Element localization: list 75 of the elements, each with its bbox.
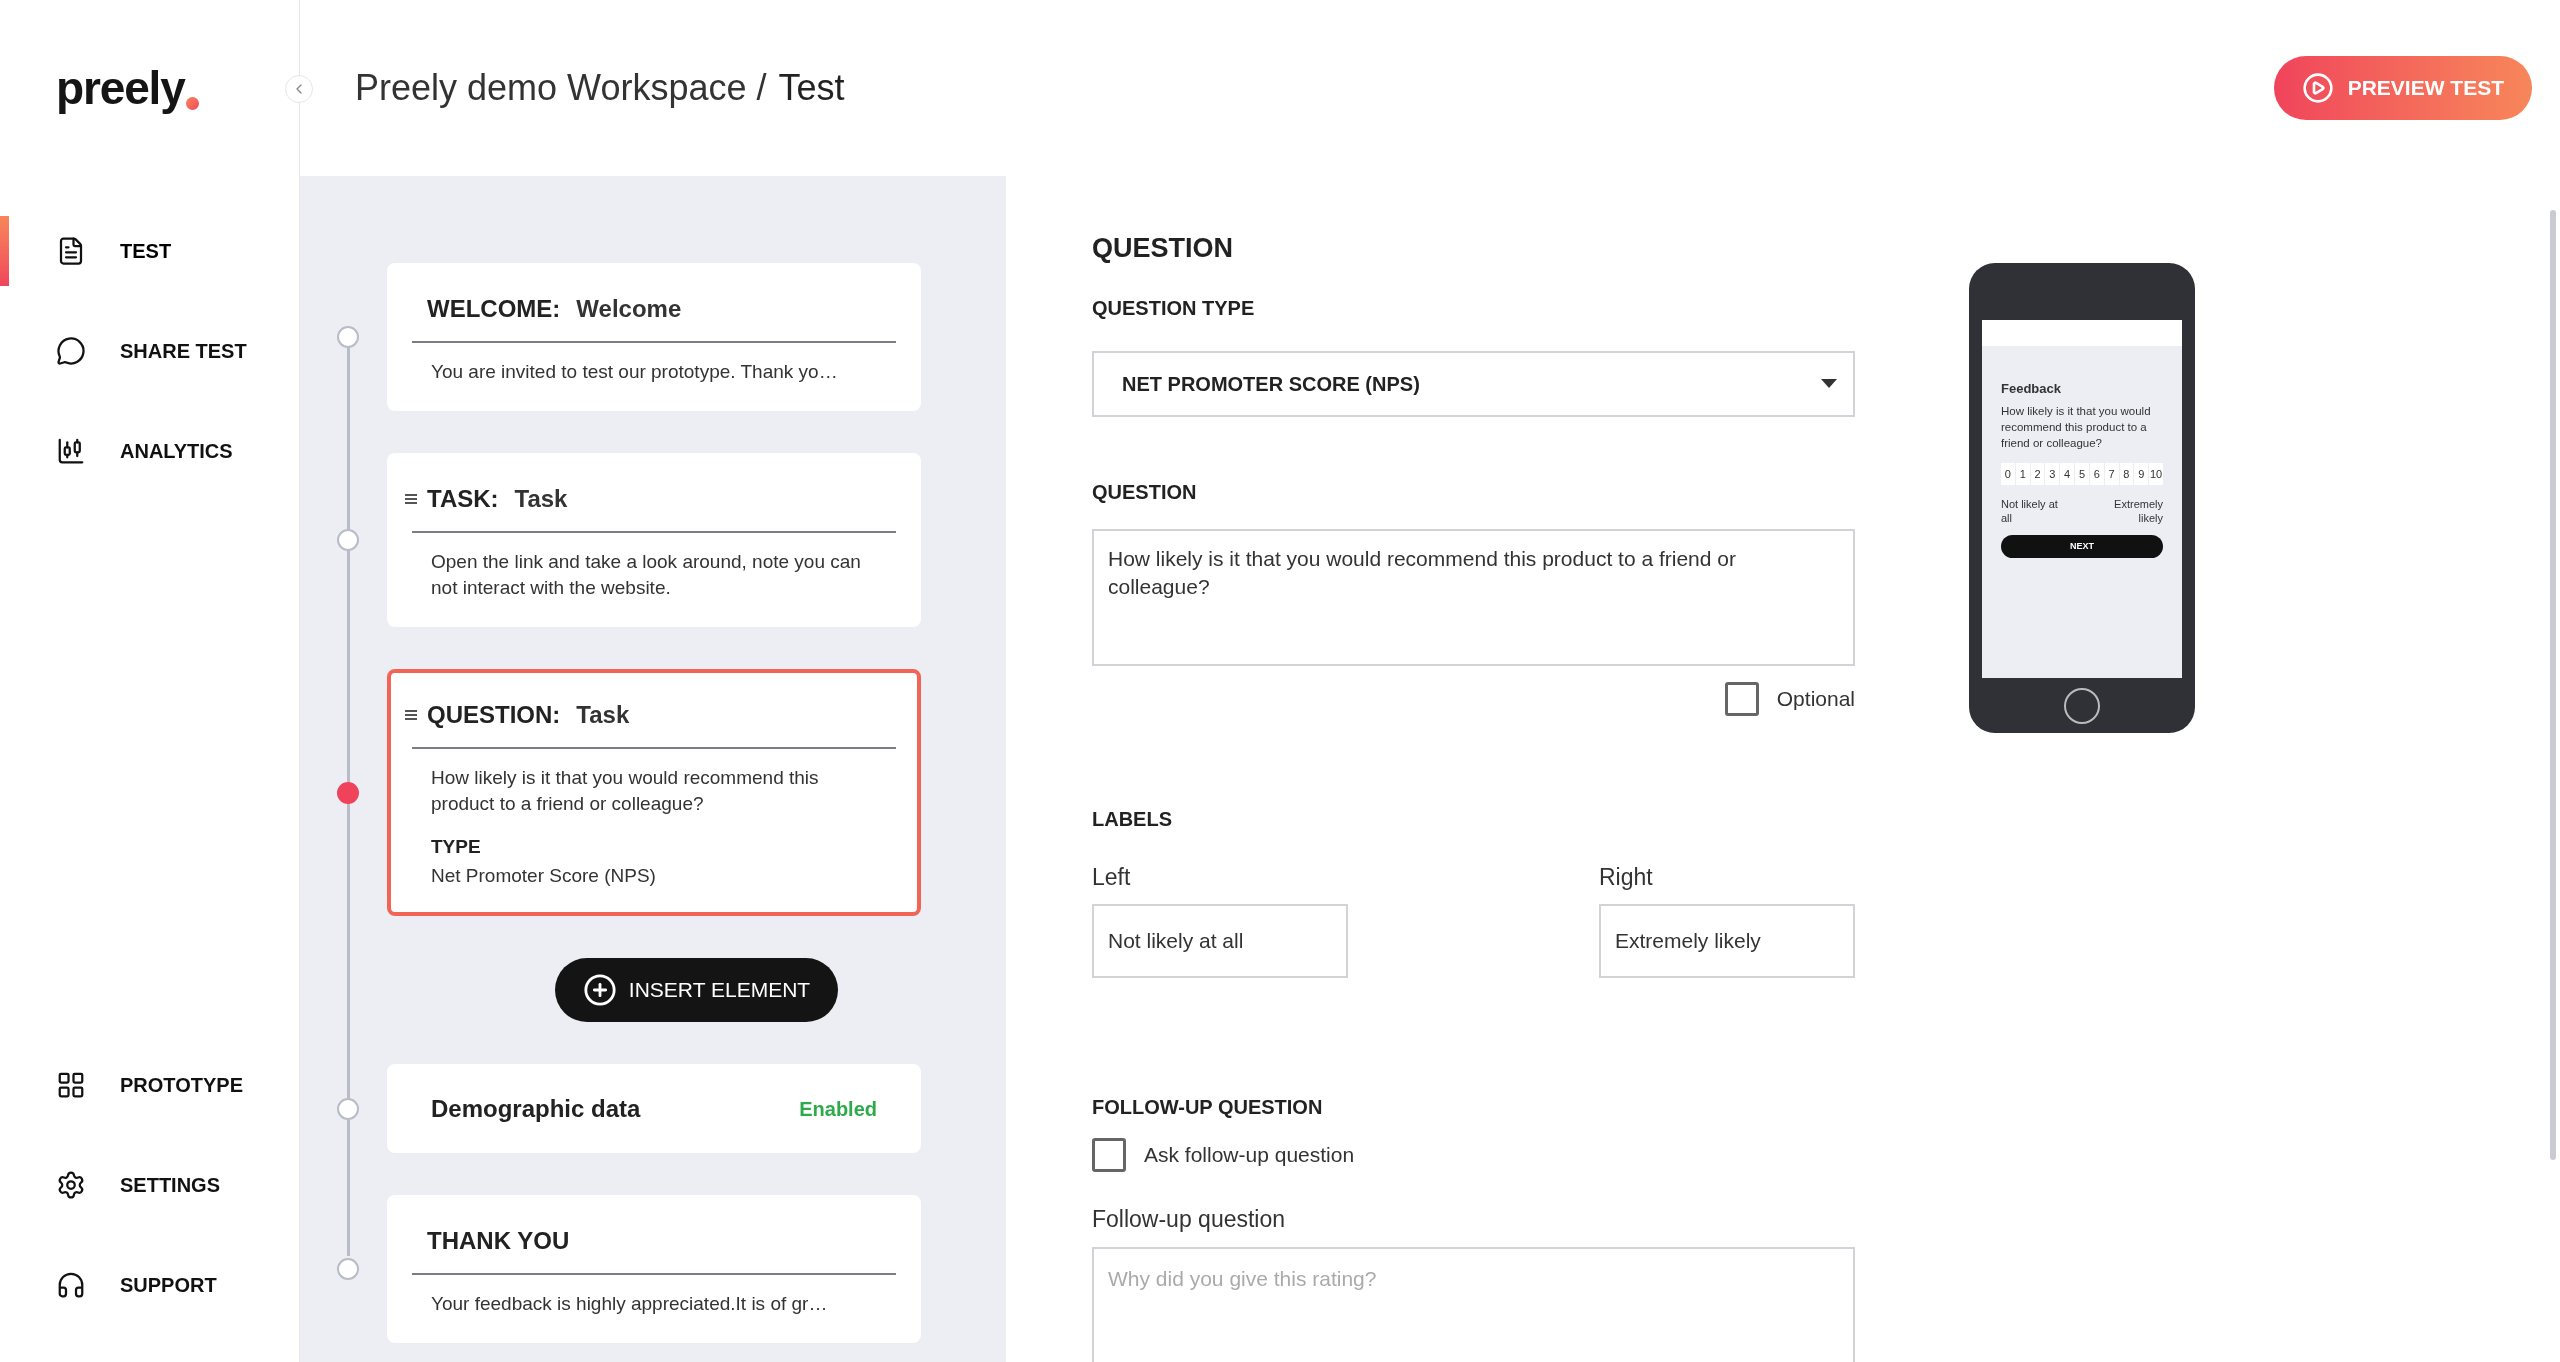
element-title: Task — [514, 484, 568, 514]
logo[interactable]: preely — [56, 53, 185, 123]
element-type: WELCOME: — [427, 294, 561, 324]
element-card[interactable]: WELCOME: Welcome You are invited to test our prototype. Thank yo… — [387, 263, 921, 411]
drag-handle-icon[interactable] — [405, 710, 417, 720]
element-card[interactable]: THANK YOU Your feedback is highly appreciated.It is of gr… — [387, 1195, 921, 1343]
breadcrumb-test: Test — [778, 66, 845, 110]
scale-option[interactable]: 0 — [2001, 462, 2015, 485]
scale-option[interactable]: 3 — [2045, 462, 2060, 485]
nav-icon[interactable] — [56, 1270, 86, 1300]
label-field[interactable]: Not likely at all — [1092, 904, 1348, 978]
nav-icon[interactable] — [56, 1070, 86, 1100]
element-description: How likely is it that you would recommend this product to a friend or colleague? — [430, 766, 820, 816]
breadcrumb-workspace[interactable]: Preely demo Workspace / — [355, 61, 767, 115]
scrollbar[interactable] — [2550, 210, 2556, 1160]
element-title: Welcome — [576, 294, 682, 324]
scale-left-label: Not likely at all — [2001, 497, 2059, 525]
scale-option[interactable]: 4 — [2060, 462, 2075, 485]
demographic-card[interactable]: Demographic data Enabled — [387, 1064, 921, 1153]
drag-handle-icon[interactable] — [405, 494, 417, 504]
scale-right-label: Extremely likely — [2113, 497, 2163, 525]
preview-question: How likely is it that you would recommend this product to a friend or colleague? — [2001, 403, 2152, 451]
preview-title: Feedback — [2001, 380, 2062, 398]
scale-option[interactable]: 9 — [2134, 462, 2149, 485]
scale-option[interactable]: 1 — [2015, 462, 2030, 485]
section-label: LABELS — [1092, 806, 1173, 832]
dropdown-caret-icon — [1821, 379, 1837, 388]
plus-icon — [582, 973, 617, 1007]
element-type: THANK YOU — [427, 1226, 570, 1256]
next-button[interactable]: NEXT — [2001, 535, 2163, 558]
nav-link[interactable]: SHARE TEST — [120, 336, 247, 366]
play-icon — [2301, 72, 2334, 104]
element-description: Your feedback is highly appreciated.It is of gr… — [430, 1292, 829, 1316]
section-label: FOLLOW-UP QUESTION — [1092, 1095, 1324, 1120]
nav-link[interactable]: SUPPORT — [120, 1270, 217, 1300]
detail-value: Net Promoter Score (NPS) — [431, 863, 657, 888]
element-card[interactable]: TASK: Task Open the link and take a look around, note you can not interact with the website. — [387, 453, 921, 627]
nav-link[interactable]: SETTINGS — [120, 1170, 220, 1200]
element-description: Open the link and take a look around, note you can not interact with the website. — [430, 550, 862, 600]
scale-option[interactable]: 5 — [2075, 462, 2089, 485]
element-title: Demographic data — [431, 1093, 641, 1124]
status-label: Enabled — [799, 1096, 877, 1122]
active-indicator — [0, 216, 9, 286]
label-field[interactable]: Extremely likely — [1599, 904, 1855, 978]
element-type: TASK: — [427, 484, 499, 514]
field-label: QUESTION — [1092, 479, 1198, 505]
element-title: Task — [576, 700, 630, 730]
scale-option[interactable]: 10 — [2149, 462, 2163, 485]
scale-option[interactable]: 7 — [2104, 462, 2119, 485]
checkbox-label: Ask follow-up question — [1144, 1142, 1355, 1169]
follow-up-field[interactable]: Why did you give this rating? — [1092, 1246, 1855, 1362]
element-description: You are invited to test our prototype. Thank yo… — [430, 360, 839, 384]
scale-option[interactable]: 2 — [2030, 462, 2045, 485]
nav-icon[interactable] — [56, 436, 86, 466]
question-type-select[interactable]: NET PROMOTER SCORE (NPS) — [1092, 350, 1855, 417]
scale-option[interactable]: 6 — [2089, 462, 2104, 485]
insert-element-button[interactable]: INSERT ELEMENT — [554, 958, 839, 1022]
element-card[interactable]: QUESTION: Task How likely is it that you would recommend this product to a friend or colleague? TYPE Net Promoter Score (NPS) — [387, 669, 921, 916]
field-label: Left — [1092, 862, 1132, 892]
nav-icon[interactable] — [56, 1170, 86, 1200]
question-field[interactable]: How likely is it that you would recommend this product to a friend or colleague? — [1092, 528, 1855, 666]
scale-option[interactable]: 8 — [2119, 462, 2134, 485]
checkbox-label: Optional — [1776, 685, 1855, 712]
detail-label: TYPE — [431, 835, 482, 859]
checkbox[interactable] — [1724, 681, 1759, 716]
field-label: Right — [1599, 862, 1654, 892]
checkbox[interactable] — [1092, 1138, 1126, 1172]
field-label: Follow-up question — [1092, 1205, 1287, 1234]
nav-link[interactable]: TEST — [120, 236, 172, 266]
nav-icon[interactable] — [56, 336, 86, 366]
element-type: QUESTION: — [427, 700, 561, 730]
nav-link[interactable]: ANALYTICS — [120, 436, 233, 466]
section-heading: QUESTION — [1092, 232, 1234, 265]
nav-link[interactable]: PROTOTYPE — [120, 1070, 243, 1100]
field-label: QUESTION TYPE — [1092, 295, 1256, 321]
